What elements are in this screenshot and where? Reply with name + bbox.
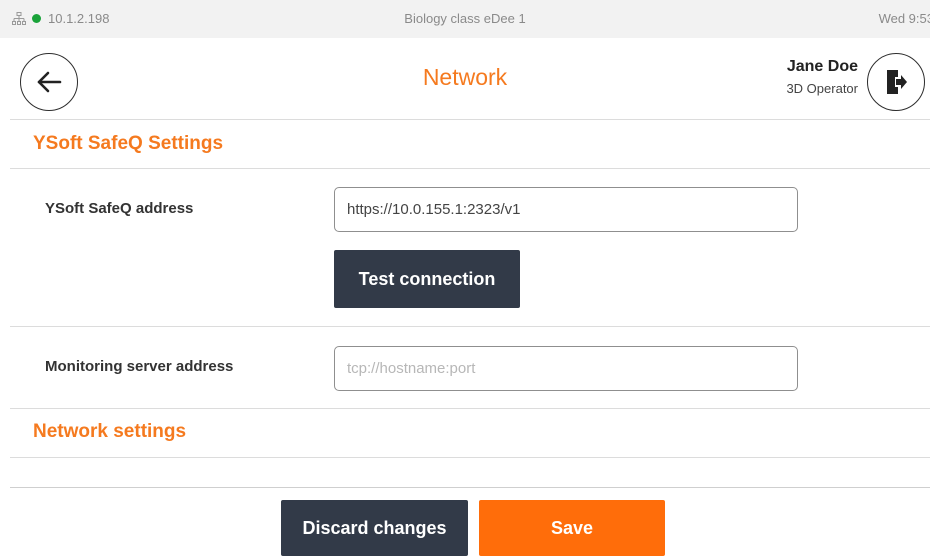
status-bar: 10.1.2.198 Biology class eDee 1 Wed 9:53 (0, 0, 930, 38)
safeq-address-input[interactable] (334, 187, 798, 232)
test-connection-button[interactable]: Test connection (334, 250, 520, 308)
logout-button[interactable] (867, 53, 925, 111)
field-divider (10, 408, 930, 409)
save-button[interactable]: Save (479, 500, 665, 556)
section-title-safeq: YSoft SafeQ Settings (33, 133, 224, 154)
safeq-address-label: YSoft SafeQ address (45, 200, 194, 217)
user-name: Jane Doe (786, 58, 858, 75)
user-role: 3D Operator (786, 81, 858, 96)
footer-divider (10, 487, 930, 488)
monitoring-address-input[interactable] (334, 346, 798, 391)
field-divider (10, 326, 930, 327)
header-divider (10, 119, 930, 120)
section-divider (10, 457, 930, 458)
monitoring-address-label: Monitoring server address (45, 358, 234, 375)
datetime: Wed 9:53 (878, 11, 930, 26)
logout-door-icon (887, 70, 907, 94)
section-divider (10, 168, 930, 169)
device-name: Biology class eDee 1 (404, 11, 526, 26)
section-title-network: Network settings (33, 421, 187, 442)
discard-changes-button[interactable]: Discard changes (281, 500, 468, 556)
header: Network Jane Doe 3D Operator (0, 38, 930, 119)
